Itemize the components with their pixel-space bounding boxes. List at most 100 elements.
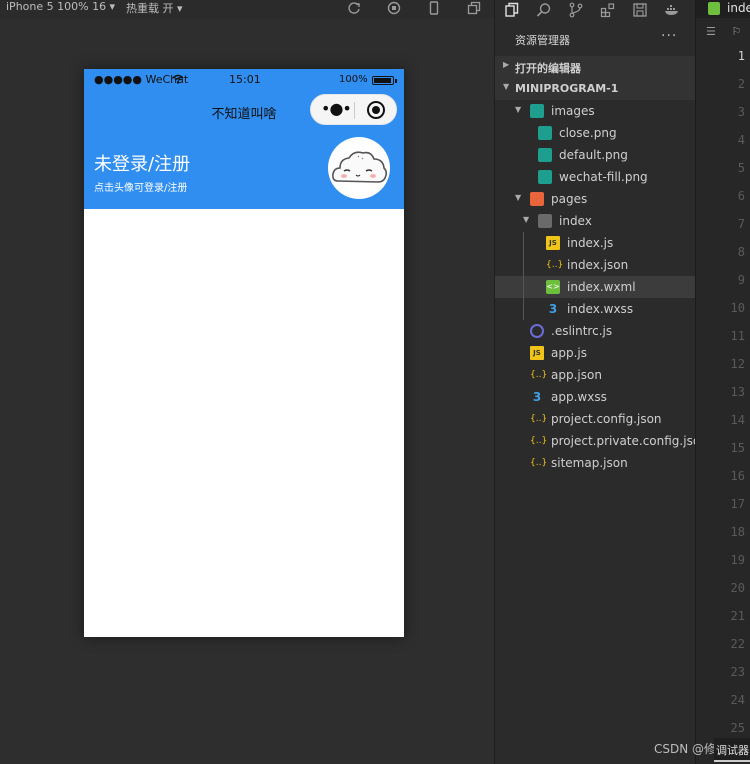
editor-area: inde ☰ ⚐ 1 2 3 4 5 6 7 8 9 10 11 12 13 14 15 16 17 18 19 20… (695, 0, 750, 764)
docker-icon[interactable] (664, 2, 680, 18)
tree-item[interactable]: {..} project.config.json (495, 408, 695, 430)
tree-item-label: app.wxss (551, 390, 607, 404)
open-editors-section[interactable]: ▶ 打开的编辑器 (495, 56, 695, 78)
watermark: CSDN @修 (654, 742, 717, 756)
stop-icon[interactable] (387, 1, 401, 15)
tree-item-label: app.json (551, 368, 602, 382)
tree-item[interactable]: {..} project.private.config.json (495, 430, 708, 452)
tree-item-label: index (559, 214, 592, 228)
tree-item-label: project.config.json (551, 412, 662, 426)
line-number: 2 (737, 77, 745, 91)
json-file-icon: {..} (530, 436, 548, 446)
explorer-title: 资源管理器 (515, 34, 570, 47)
simulator-toolbar: iPhone 5 100% 16 ▾ 热重载 开 ▾ (0, 0, 494, 18)
line-number: 15 (730, 441, 745, 455)
debugger-tab[interactable]: 调试器 (714, 738, 750, 762)
caret-down-icon[interactable]: ▼ (515, 105, 521, 114)
tree-item[interactable]: {..} sitemap.json (495, 452, 695, 474)
line-number: 9 (737, 273, 745, 287)
battery-percent: 100% (339, 74, 368, 85)
tree-item-label: project.private.config.json (551, 434, 708, 448)
tree-item-label: index.wxml (567, 280, 636, 294)
line-number: 21 (730, 609, 745, 623)
source-control-icon[interactable] (568, 2, 584, 18)
login-hint: 点击头像可登录/注册 (94, 183, 188, 194)
line-number: 4 (737, 133, 745, 147)
tree-item-label: sitemap.json (551, 456, 628, 470)
tree-item-label: index.js (567, 236, 614, 250)
refresh-icon[interactable] (347, 1, 361, 15)
tree-item-label: index.json (567, 258, 629, 272)
tree-item[interactable]: {..} app.json (495, 364, 695, 386)
caret-down-icon[interactable]: ▼ (515, 193, 521, 202)
bookmark-icon[interactable]: ⚐ (731, 25, 741, 38)
activity-bar (494, 0, 695, 22)
image-file-icon (538, 126, 552, 140)
search-icon[interactable] (536, 2, 552, 18)
editor-tab[interactable]: inde (696, 0, 750, 18)
project-label: MINIPROGRAM-1 (515, 82, 619, 95)
more-options-icon[interactable]: •●• (321, 99, 352, 118)
tree-item-label: default.png (559, 148, 628, 162)
phone-icon[interactable] (427, 1, 441, 15)
wxml-file-icon (708, 2, 720, 15)
caret-down-icon[interactable]: ▼ (523, 215, 529, 224)
line-number: 1 (737, 49, 745, 63)
cloud-avatar-icon (332, 151, 388, 183)
capsule-menu[interactable]: •●• (310, 94, 397, 125)
tree-item[interactable]: <> index.wxml (495, 276, 695, 298)
project-section[interactable]: ▼ MINIPROGRAM-1 (495, 78, 695, 100)
tree-item-label: close.png (559, 126, 617, 140)
user-header: 未登录/注册 点击头像可登录/注册 (84, 133, 404, 209)
editor-tab-label: inde (727, 1, 750, 15)
tree-item[interactable]: default.png (495, 144, 695, 166)
device-selector[interactable]: iPhone 5 100% 16 ▾ (6, 0, 115, 13)
tree-item-label: index.wxss (567, 302, 634, 316)
tree-item[interactable]: ▼ pages (495, 188, 695, 210)
save-icon[interactable] (632, 2, 648, 18)
tree-item[interactable]: wechat-fill.png (495, 166, 695, 188)
tree-item[interactable]: JS app.js (495, 342, 695, 364)
line-number: 24 (730, 693, 745, 707)
outline-icon[interactable]: ☰ (706, 25, 716, 38)
line-number: 10 (730, 301, 745, 315)
line-number: 19 (730, 553, 745, 567)
image-folder-icon (530, 104, 544, 118)
js-file-icon: JS (546, 236, 560, 250)
extensions-icon[interactable] (600, 2, 616, 18)
tree-item[interactable]: JS index.js (495, 232, 695, 254)
line-number: 14 (730, 413, 745, 427)
json-file-icon: {..} (530, 370, 548, 380)
line-number: 20 (730, 581, 745, 595)
json-file-icon: {..} (546, 260, 564, 270)
indent-guide (523, 232, 524, 320)
hot-reload-toggle[interactable]: 热重载 开 ▾ (126, 0, 183, 16)
line-number: 13 (730, 385, 745, 399)
wifi-icon (172, 74, 184, 84)
line-number: 8 (737, 245, 745, 259)
status-time: 15:01 (229, 73, 261, 86)
tree-item[interactable]: 3 index.wxss (495, 298, 695, 320)
tree-item[interactable]: 3 app.wxss (495, 386, 695, 408)
explorer-panel: 资源管理器 ··· ▶ 打开的编辑器 ▼ MINIPROGRAM-1 ▼ imag… (494, 22, 708, 764)
json-file-icon: {..} (530, 414, 548, 424)
tree-item[interactable]: {..} index.json (495, 254, 695, 276)
tree-item[interactable]: .eslintrc.js (495, 320, 695, 342)
tree-item[interactable]: ▼ index (495, 210, 695, 232)
close-miniprogram-icon[interactable] (367, 101, 385, 119)
line-number: 7 (737, 217, 745, 231)
tree-item[interactable]: close.png (495, 122, 695, 144)
line-number: 22 (730, 637, 745, 651)
capsule-divider (354, 102, 355, 119)
tree-item[interactable]: ▼ images (495, 100, 695, 122)
line-number: 6 (737, 189, 745, 203)
eslint-file-icon (530, 324, 544, 338)
explorer-files-icon[interactable] (504, 2, 520, 18)
avatar[interactable] (328, 137, 390, 199)
detach-window-icon[interactable] (467, 1, 481, 15)
image-file-icon (538, 170, 552, 184)
battery-icon (372, 76, 397, 85)
json-file-icon: {..} (530, 458, 548, 468)
more-actions-icon[interactable]: ··· (661, 28, 677, 44)
line-number: 18 (730, 525, 745, 539)
